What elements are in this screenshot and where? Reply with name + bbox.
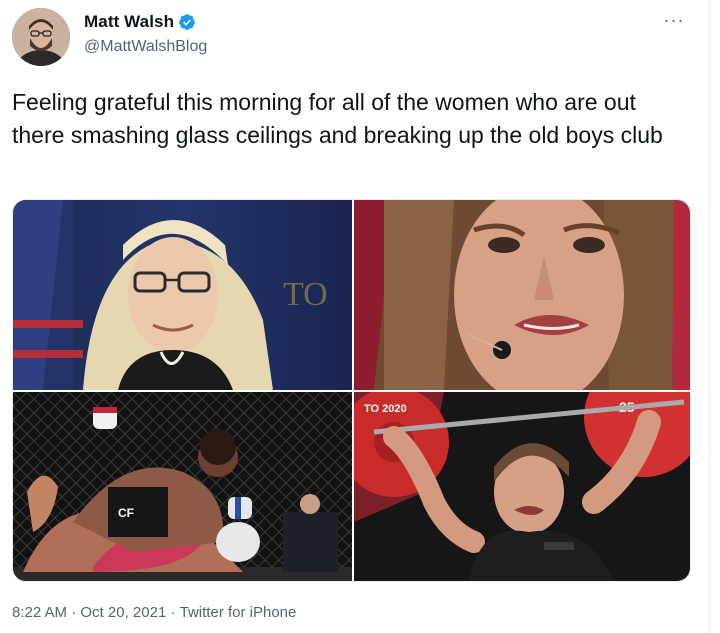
author-handle[interactable]: @MattWalshBlog — [84, 38, 207, 56]
svg-text:CF: CF — [118, 506, 134, 520]
tweet-meta: 8:22 AM · Oct 20, 2021 · Twitter for iPh… — [12, 604, 296, 621]
meta-separator: · — [67, 604, 81, 621]
display-name[interactable]: Matt Walsh — [84, 12, 174, 32]
tweet-text: Feeling grateful this morning for all of… — [12, 89, 663, 148]
author-name-row[interactable]: Matt Walsh — [84, 12, 196, 32]
meta-separator: · — [166, 604, 180, 621]
tweet-date[interactable]: Oct 20, 2021 — [80, 604, 166, 621]
media-grid: TO CF TO 2020 — [12, 199, 691, 582]
avatar-image — [12, 8, 70, 66]
tweet-time[interactable]: 8:22 AM — [12, 604, 67, 621]
media-photo-4[interactable]: TO 2020 25 — [354, 392, 690, 581]
media-photo-3[interactable]: CF — [13, 392, 352, 581]
svg-text:TO: TO — [283, 276, 328, 313]
ellipsis-icon[interactable]: ··· — [661, 10, 687, 30]
verified-badge-icon — [178, 13, 196, 31]
photo-image: TO — [13, 200, 352, 390]
tweet-card: Matt Walsh @MattWalshBlog ··· Feeling gr… — [0, 0, 710, 633]
tweet-source[interactable]: Twitter for iPhone — [180, 604, 297, 621]
photo-image: TO 2020 25 — [354, 392, 690, 581]
avatar[interactable] — [12, 8, 70, 66]
svg-text:TO 2020: TO 2020 — [364, 403, 407, 415]
media-photo-2[interactable] — [354, 200, 690, 390]
media-photo-1[interactable]: TO — [13, 200, 352, 390]
photo-image — [354, 200, 690, 390]
photo-image: CF — [13, 392, 352, 581]
